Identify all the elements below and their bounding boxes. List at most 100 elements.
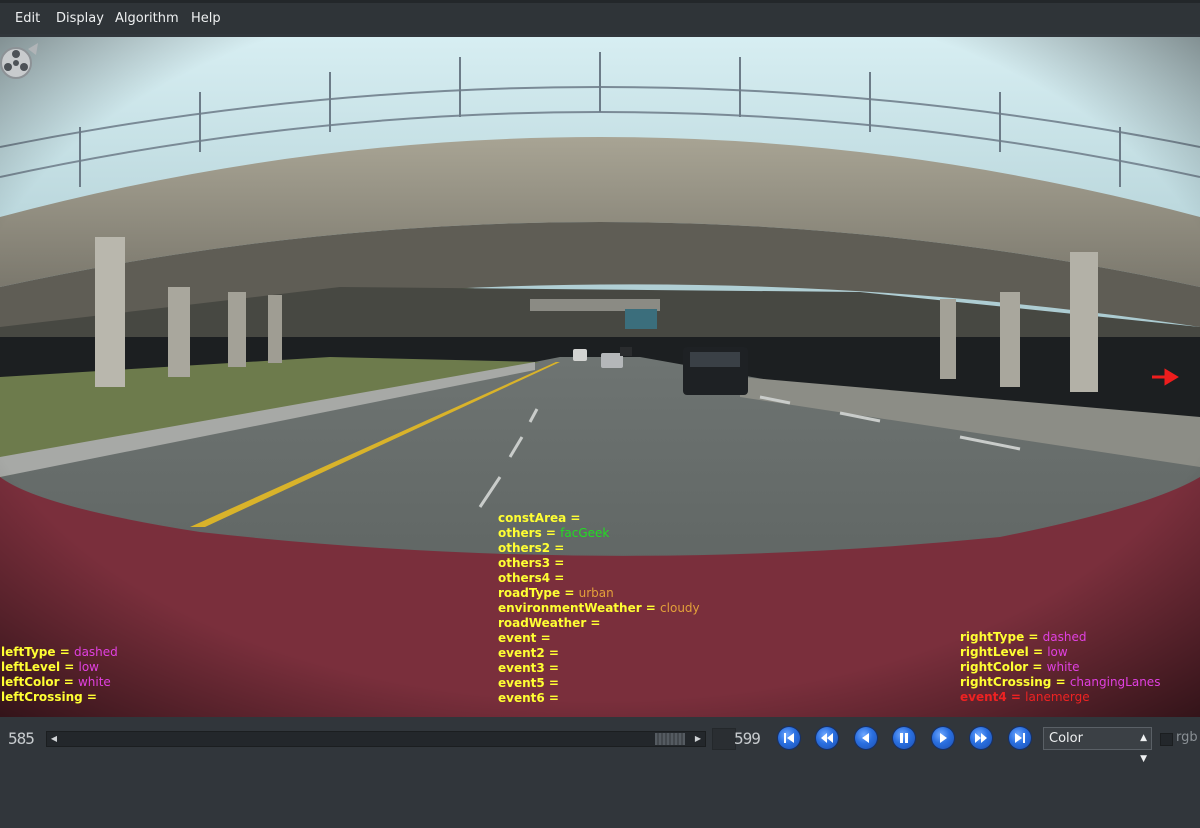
- select-arrows-icon: ▲ ▼: [1140, 733, 1147, 764]
- fast-forward-button[interactable]: [970, 727, 992, 749]
- overlay-equals: =: [1006, 690, 1026, 704]
- overlay-key: leftCrossing: [1, 690, 83, 704]
- menu-edit[interactable]: Edit: [15, 8, 40, 30]
- overlay-equals: =: [544, 661, 559, 675]
- overlay-equals: =: [586, 616, 601, 630]
- overlay-value: low: [78, 660, 100, 674]
- overlay-line-leftCrossing: leftCrossing =: [1, 690, 97, 705]
- color-mode-select[interactable]: Color ▲ ▼: [1043, 727, 1152, 764]
- overlay-equals: =: [1024, 630, 1043, 644]
- overlay-equals: =: [55, 645, 74, 659]
- total-frames-display: 599: [734, 729, 761, 748]
- color-mode-value: Color: [1049, 731, 1083, 746]
- overlay-line-rightLevel: rightLevel = low: [960, 645, 1068, 660]
- overlay-equals: =: [550, 571, 565, 585]
- overlay-equals: =: [544, 676, 559, 690]
- skip-first-icon: [784, 733, 794, 743]
- overlay-line-leftType: leftType = dashed: [1, 645, 118, 660]
- overlay-line-event3: event3 =: [498, 661, 559, 676]
- overlay-key: event3: [498, 661, 545, 675]
- fast-forward-icon: [975, 733, 987, 743]
- overlay-equals: =: [60, 660, 79, 674]
- overlay-equals: =: [1028, 660, 1047, 674]
- playback-controls: 585 ◀ ▶ 599 Color ▲ ▼ rgb: [0, 717, 1200, 828]
- first-frame-button[interactable]: [778, 727, 800, 749]
- rgb-label: rgb: [1176, 730, 1198, 745]
- overlay-line-event: event =: [498, 631, 551, 646]
- overlay-equals: =: [59, 675, 78, 689]
- skip-last-icon: [1015, 733, 1025, 743]
- overlay-value: lanemerge: [1025, 690, 1090, 704]
- overlay-line-others: others = facGeek: [498, 526, 609, 541]
- overlay-key: event5: [498, 676, 545, 690]
- overlay-equals: =: [541, 526, 561, 540]
- pause-icon: [900, 733, 908, 743]
- overlay-equals: =: [1051, 675, 1070, 689]
- step-back-button[interactable]: [855, 727, 877, 749]
- overlay-line-leftColor: leftColor = white: [1, 675, 111, 690]
- overlay-key: roadType: [498, 586, 561, 600]
- overlay-equals: =: [641, 601, 661, 615]
- overlay-line-leftLevel: leftLevel = low: [1, 660, 99, 675]
- overlay-equals: =: [560, 586, 579, 600]
- overlay-key: event4: [960, 690, 1007, 704]
- overlay-equals: =: [544, 691, 559, 705]
- overlay-equals: =: [550, 556, 565, 570]
- overlay-value: dashed: [1042, 630, 1087, 644]
- play-icon: [940, 733, 947, 743]
- overlay-value: white: [1046, 660, 1080, 674]
- overlay-key: event: [498, 631, 537, 645]
- play-button[interactable]: [932, 727, 954, 749]
- overlay-equals: =: [82, 690, 97, 704]
- overlay-line-rightType: rightType = dashed: [960, 630, 1086, 645]
- menu-display[interactable]: Display: [56, 8, 104, 30]
- film-reel-icon: [0, 41, 40, 87]
- pause-button[interactable]: [893, 727, 915, 749]
- overlay-equals: =: [1028, 645, 1048, 659]
- menu-algorithm[interactable]: Algorithm: [115, 8, 179, 30]
- overlay-key: rightColor: [960, 660, 1029, 674]
- overlay-equals: =: [550, 541, 565, 555]
- overlay-line-event5: event5 =: [498, 676, 559, 691]
- overlay-key: rightType: [960, 630, 1025, 644]
- overlay-key: environmentWeather: [498, 601, 642, 615]
- rgb-checkbox[interactable]: [1160, 733, 1173, 746]
- overlay-value: low: [1047, 645, 1068, 659]
- overlay-line-event4: event4 = lanemerge: [960, 690, 1090, 705]
- overlay-key: leftColor: [1, 675, 60, 689]
- overlay-value: dashed: [73, 645, 118, 659]
- overlay-line-others4: others4 =: [498, 571, 564, 586]
- overlay-line-others3: others3 =: [498, 556, 564, 571]
- overlay-equals: =: [536, 631, 551, 645]
- overlay-value: white: [77, 675, 111, 689]
- slider-left-arrow-icon[interactable]: ◀: [47, 732, 61, 746]
- overlay-equals: =: [566, 511, 581, 525]
- overlay-line-event2: event2 =: [498, 646, 559, 661]
- overlay-key: rightLevel: [960, 645, 1029, 659]
- overlay-key: others4: [498, 571, 551, 585]
- slider-handle[interactable]: [655, 733, 685, 745]
- frame-slider[interactable]: ◀ ▶: [46, 731, 706, 747]
- overlay-line-environmentWeather: environmentWeather = cloudy: [498, 601, 700, 616]
- frame-input-box[interactable]: [712, 728, 736, 750]
- overlay-line-rightColor: rightColor = white: [960, 660, 1080, 675]
- slider-right-arrow-icon[interactable]: ▶: [691, 732, 705, 746]
- overlay-line-roadType: roadType = urban: [498, 586, 614, 601]
- menu-help[interactable]: Help: [191, 8, 221, 30]
- overlay-value: facGeek: [560, 526, 610, 540]
- overlay-key: others2: [498, 541, 551, 555]
- last-frame-button[interactable]: [1009, 727, 1031, 749]
- overlay-equals: =: [544, 646, 559, 660]
- overlay-key: event2: [498, 646, 545, 660]
- overlay-key: constArea: [498, 511, 567, 525]
- overlay-key: others: [498, 526, 542, 540]
- rewind-button[interactable]: [816, 727, 838, 749]
- overlay-key: rightCrossing: [960, 675, 1052, 689]
- overlay-key: leftType: [1, 645, 56, 659]
- rewind-icon: [821, 733, 833, 743]
- step-back-icon: [862, 733, 869, 743]
- overlay-key: roadWeather: [498, 616, 587, 630]
- video-viewport[interactable]: constArea = others = facGeek others2 = ot…: [0, 37, 1200, 717]
- overlay-line-roadWeather: roadWeather =: [498, 616, 600, 631]
- overlay-line-event6: event6 =: [498, 691, 559, 706]
